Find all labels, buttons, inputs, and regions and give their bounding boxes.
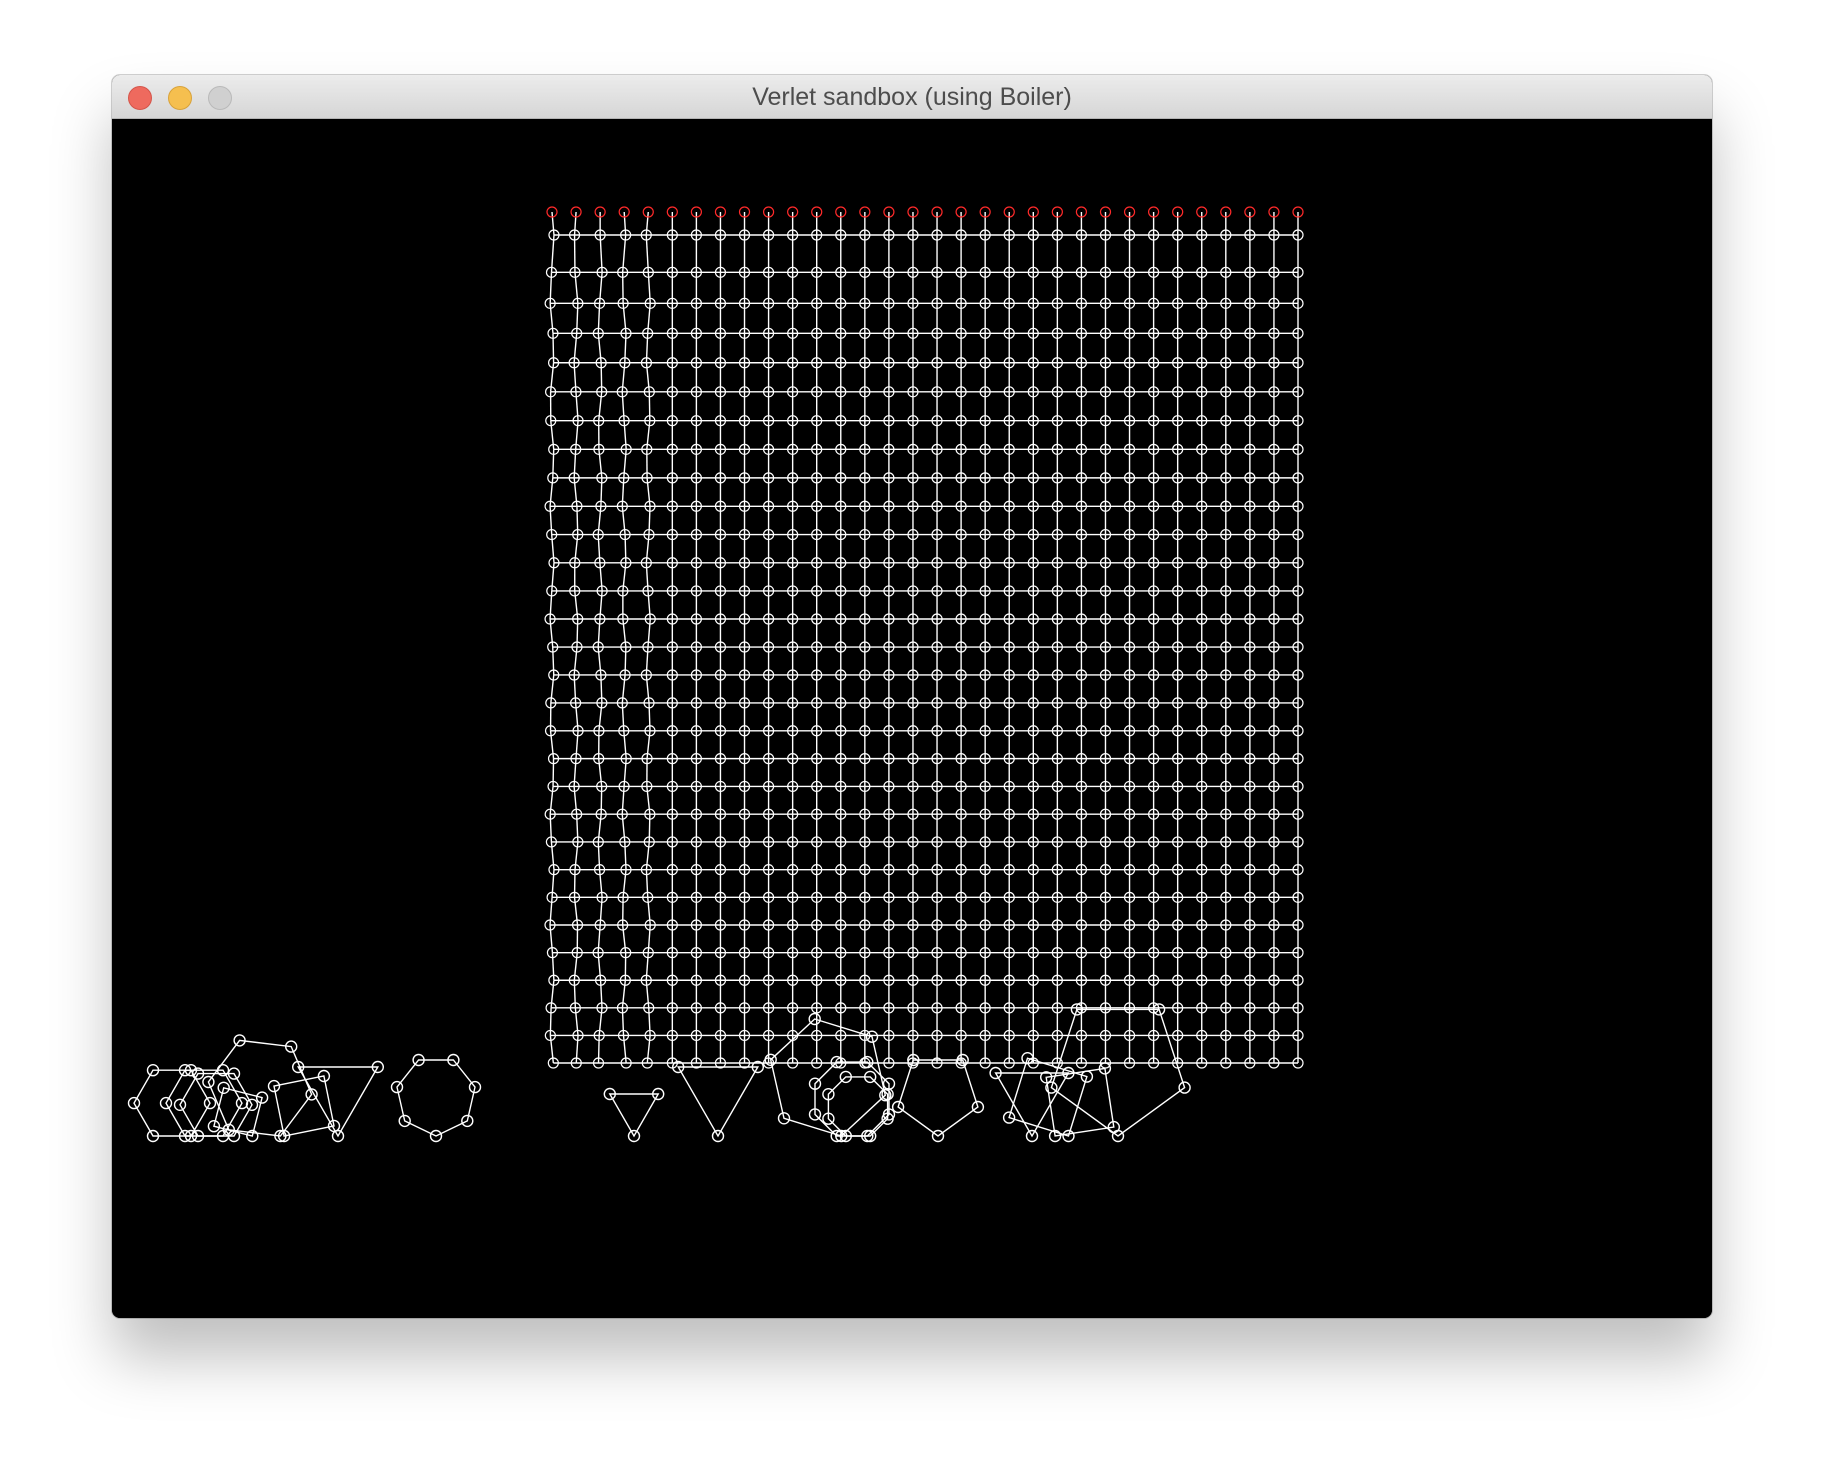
cloth-links [549, 211, 1299, 1064]
cloth-link [549, 1007, 552, 1036]
cloth-link [552, 646, 555, 676]
cloth-link [575, 1035, 579, 1064]
triangle-outline [608, 1093, 660, 1138]
triangle-outline [994, 1072, 1070, 1138]
cloth-link [551, 211, 555, 236]
square-outline [1008, 1057, 1088, 1137]
cloth-link [599, 980, 603, 1008]
cloth-link [645, 211, 649, 236]
cloth-link [573, 674, 577, 703]
triangle-outline [676, 1066, 760, 1138]
pentagon-outline [1050, 1008, 1186, 1137]
cloth-link [550, 234, 555, 273]
cloth-link [549, 814, 553, 842]
window-title: Verlet sandbox (using Boiler) [752, 83, 1072, 111]
cloth-link [648, 702, 651, 731]
cloth-link [648, 506, 651, 535]
cloth-link [600, 477, 603, 507]
triangle-shape [603, 1087, 665, 1143]
cloth-link [648, 814, 651, 842]
heptagon-shape [390, 1053, 482, 1143]
cloth-link [621, 702, 625, 731]
square-shape [207, 1081, 269, 1143]
cloth-link [600, 362, 603, 392]
cloth-link [575, 814, 579, 842]
cloth-link [645, 869, 649, 898]
cloth-link [648, 1007, 651, 1036]
triangle-outline [296, 1066, 380, 1138]
cloth [544, 206, 1304, 1069]
triangle-shape [672, 1060, 764, 1143]
cloth-link [645, 234, 650, 273]
simulation-canvas[interactable] [112, 119, 1712, 1318]
octagon-outline [827, 1076, 889, 1137]
pentagon-outline [897, 1059, 979, 1137]
triangle-shape [989, 1066, 1075, 1143]
shapes-layer [127, 1003, 1191, 1143]
square-outline [273, 1075, 335, 1137]
cloth-link [648, 391, 651, 421]
cloth-link [624, 534, 627, 563]
cloth-link [576, 506, 579, 535]
cloth-link [552, 449, 555, 478]
cloth-link [551, 952, 555, 981]
cloth-link [623, 211, 627, 236]
cloth-link [624, 646, 627, 676]
cloth-link [621, 1007, 625, 1036]
cloth-link [576, 618, 579, 648]
app-window: Verlet sandbox (using Boiler) [112, 75, 1712, 1318]
cloth-link [597, 841, 601, 870]
cloth-link [600, 786, 603, 815]
cloth-points [544, 206, 1304, 1069]
cloth-link [573, 980, 577, 1008]
square-shape [1002, 1052, 1094, 1143]
hexagon-shape [764, 1012, 892, 1143]
simulation-svg[interactable] [112, 119, 1712, 1318]
cloth-link [599, 234, 603, 273]
title-bar[interactable]: Verlet sandbox (using Boiler) [112, 75, 1712, 119]
cloth-link [621, 234, 627, 273]
cloth-link [600, 674, 603, 703]
cloth-link [573, 211, 577, 236]
cloth-link [597, 1035, 600, 1064]
cloth-link [624, 841, 627, 870]
